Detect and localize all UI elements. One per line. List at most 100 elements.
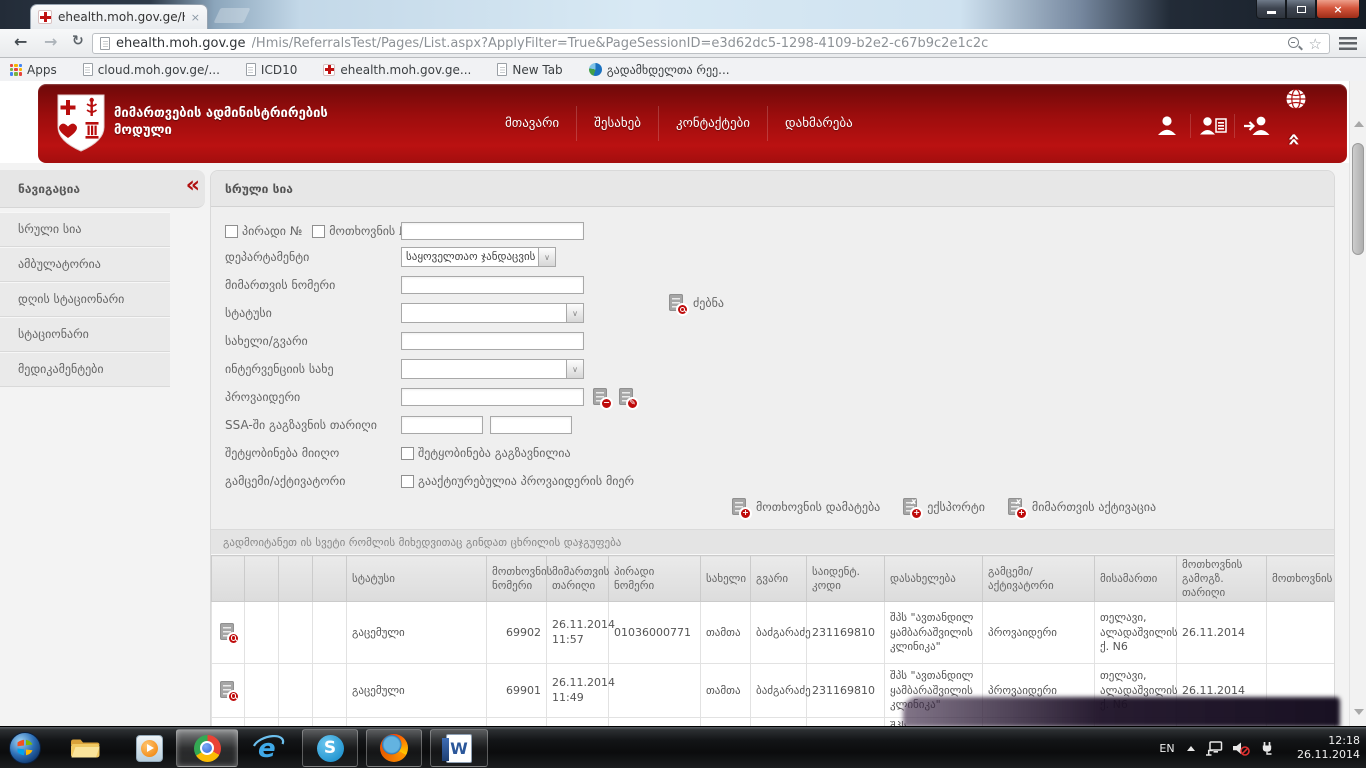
col-first-name[interactable]: სახელი [701,556,751,602]
col-status[interactable]: სტატუსი [347,556,487,602]
request-no-checkbox[interactable] [312,225,325,238]
nav-item-help[interactable]: დახმარება [767,106,870,141]
cell-status: გაცემული [347,664,487,718]
language-globe-icon[interactable] [1285,88,1307,110]
bookmark-icd10[interactable]: ICD10 [246,63,297,77]
zoom-indicator-icon[interactable] [1287,36,1303,52]
bookmark-cloud[interactable]: cloud.moh.gov.ge/... [83,63,220,77]
taskbar-media-player-button[interactable] [132,727,166,768]
browser-tab[interactable]: ehealth.moh.gov.ge/Hmis × [30,4,208,29]
name-input[interactable] [401,332,584,350]
taskbar-word-button[interactable]: W [430,729,488,767]
cell [609,718,701,726]
site-title-line1: მიმართვების ადმინისტრირების [114,105,328,122]
col-ident-code[interactable]: საიდენტ. კოდი [807,556,885,602]
tray-expand-button[interactable] [1183,727,1199,768]
language-label: EN [1159,742,1174,755]
ssa-date-from-input[interactable] [401,416,483,434]
tray-volume-muted-icon[interactable] [1229,727,1253,768]
bookmark-newtab[interactable]: New Tab [497,63,562,77]
referral-no-input[interactable] [401,276,584,294]
collapse-header-icon[interactable]: « [1282,133,1306,144]
provider-edit-button[interactable]: ✎ [618,387,636,407]
tab-close-icon[interactable]: × [191,11,200,24]
scroll-up-icon[interactable] [1354,121,1364,127]
logout-icon[interactable] [1234,114,1278,138]
chevron-down-icon[interactable]: ∨ [566,360,583,378]
taskbar-clock[interactable]: 12:18 26.11.2014 [1282,734,1360,762]
bookmark-taxpayers[interactable]: გადამხდელთა რეე... [589,63,730,77]
department-select[interactable]: საყოველთაო ჯანდაცვის მა ∨ [401,247,556,267]
forward-button[interactable]: → [44,32,57,51]
scrollbar-thumb[interactable] [1352,143,1364,255]
taskbar-chrome-button[interactable] [176,729,238,767]
view-referral-icon[interactable] [219,622,237,642]
sidebar-collapse-icon[interactable]: « [186,173,196,198]
intervention-select[interactable]: ∨ [401,359,584,379]
tray-power-icon[interactable] [1255,727,1279,768]
start-button[interactable] [8,731,42,765]
user-profile-icon[interactable] [1146,114,1190,138]
col-sent-date[interactable]: მოთხოვნის გამოგზ. თარიღი [1177,556,1267,602]
bookmark-star-icon[interactable]: ☆ [1309,35,1322,53]
taskbar-firefox-button[interactable] [366,729,422,767]
status-select[interactable]: ∨ [401,303,584,323]
sidebar-item-hospital[interactable]: სტაციონარი [0,317,170,352]
address-bar[interactable]: ehealth.moh.gov.ge /Hmis/ReferralsTest/P… [92,33,1330,54]
page-scrollbar[interactable] [1349,81,1366,726]
chevron-down-icon[interactable]: ∨ [566,304,583,322]
referral-activation-button[interactable]: + მიმართვის აქტივაცია [1007,497,1156,517]
language-indicator[interactable]: EN [1152,727,1182,768]
taskbar-ie-button[interactable]: e [248,727,288,768]
notification-sent-label: შეტყობინება გაგზავნილია [418,446,571,460]
user-card-icon[interactable] [1190,114,1234,138]
provider-clear-button[interactable]: − [592,387,610,407]
nav-item-contacts[interactable]: კონტაქტები [658,106,767,141]
nav-item-home[interactable]: მთავარი [488,106,576,141]
notification-sent-checkbox[interactable] [401,447,414,460]
back-button[interactable]: ← [14,32,27,51]
scroll-down-icon[interactable] [1354,709,1364,715]
sidebar-item-ambulatory[interactable]: ამბულატორია [0,247,170,282]
new-tab-button[interactable] [214,8,251,23]
col-address[interactable]: მისამართი [1095,556,1177,602]
page-icon [83,63,93,76]
view-referral-icon[interactable] [219,680,237,700]
add-request-button[interactable]: + მოთხოვნის დამატება [731,497,880,517]
personal-no-checkbox[interactable] [225,225,238,238]
activated-by-provider-checkbox[interactable] [401,475,414,488]
window-close-button[interactable]: × [1316,0,1360,19]
col-request-no[interactable]: მოთხოვნის ნომერი [487,556,547,602]
nav-item-about[interactable]: შესახებ [576,106,658,141]
search-button[interactable]: ძებნა [668,293,724,313]
taskbar-explorer-button[interactable] [68,727,102,768]
export-button[interactable]: + ექსპორტი [902,497,985,517]
window-minimize-button[interactable] [1256,0,1286,19]
browser-menu-icon[interactable] [1339,37,1357,50]
bookmark-ehealth[interactable]: ehealth.moh.gov.ge... [323,63,471,77]
chevron-down-icon[interactable]: ∨ [538,248,555,266]
bookmark-apps[interactable]: Apps [10,63,57,77]
ssa-date-to-input[interactable] [490,416,572,434]
tray-network-icon[interactable] [1202,727,1226,768]
col-org-name[interactable]: დასახელება [885,556,983,602]
sidebar-item-day-hospital[interactable]: დღის სტაციონარი [0,282,170,317]
sidebar-item-full-list[interactable]: სრული სია [0,212,170,247]
col-issuer[interactable]: გამცემი/აქტივატორი [983,556,1095,602]
col-view [212,556,245,602]
col-referral-date[interactable]: მიმართვის თარიღი [547,556,609,602]
table-row[interactable]: გაცემული 69902 26.11.2014 11:57 01036000… [212,602,1335,664]
sidebar-title: ნავიგაცია [0,182,80,196]
cell-ident-code: 231169810 [807,602,885,664]
col-last-name[interactable]: გვარი [751,556,807,602]
sidebar-item-medications[interactable]: მედიკამენტები [0,352,170,387]
provider-input[interactable] [401,388,584,406]
reload-button[interactable]: ↻ [72,33,84,49]
col-request-date[interactable]: მოთხოვნის თ [1267,556,1335,602]
number-search-input[interactable] [401,222,584,240]
window-maximize-button[interactable] [1286,0,1316,19]
cell-referral-date: 26.11.2014 11:57 [547,602,609,664]
cell-personal-no [609,664,701,718]
taskbar-skype-button[interactable]: S [302,729,358,767]
col-personal-no[interactable]: პირადი ნომერი [609,556,701,602]
